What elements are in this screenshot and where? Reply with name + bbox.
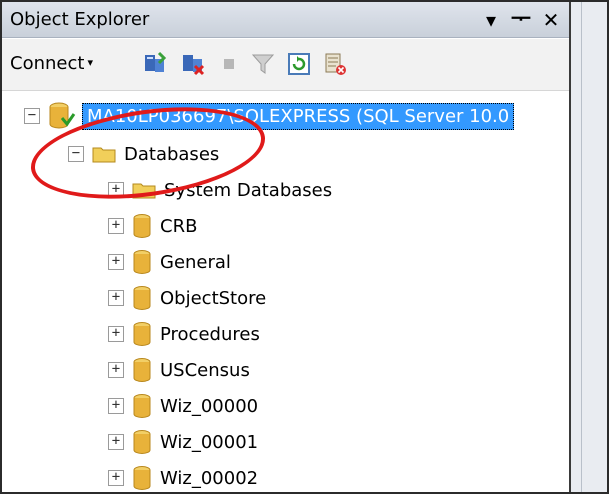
expand-button[interactable]: + xyxy=(108,290,124,306)
server-icon xyxy=(49,102,76,129)
tree-node-database[interactable]: + Wiz_00001 xyxy=(108,426,258,458)
database-icon xyxy=(133,286,151,310)
filter-icon[interactable] xyxy=(250,51,276,77)
folder-icon xyxy=(132,183,156,199)
tree-node-label: Procedures xyxy=(160,323,260,345)
tree-node-server[interactable]: − MA10LP036697\SQLEXPRESS (SQL Server 10… xyxy=(2,100,569,132)
connect-object-explorer-icon[interactable] xyxy=(142,51,168,77)
tree-node-system-databases[interactable]: + System Databases xyxy=(108,174,332,206)
database-icon xyxy=(133,250,151,274)
database-icon xyxy=(133,358,151,382)
window-position-dropdown-icon[interactable]: ▾ xyxy=(478,6,504,34)
database-icon xyxy=(133,430,151,454)
connect-label: Connect xyxy=(10,53,85,74)
expand-button[interactable]: + xyxy=(108,326,124,342)
tree-node-label: USCensus xyxy=(160,359,250,381)
tree-node-database[interactable]: + General xyxy=(108,246,231,278)
expand-button[interactable]: + xyxy=(108,254,124,270)
databases-label: Databases xyxy=(124,143,220,165)
connect-button[interactable]: Connect ▾ xyxy=(10,53,93,74)
tree-node-databases[interactable]: − Databases xyxy=(68,138,219,170)
database-icon xyxy=(133,466,151,490)
expand-button[interactable]: + xyxy=(108,182,124,198)
tree-node-database[interactable]: + Wiz_00000 xyxy=(108,390,258,422)
expand-button[interactable]: + xyxy=(108,434,124,450)
window-title: Object Explorer xyxy=(10,9,150,30)
database-icon xyxy=(133,214,151,238)
expand-button[interactable]: + xyxy=(108,218,124,234)
close-icon[interactable]: ✕ xyxy=(538,6,564,34)
stop-icon[interactable] xyxy=(216,51,242,77)
tree-node-database[interactable]: + ObjectStore xyxy=(108,282,266,314)
database-icon xyxy=(133,394,151,418)
folder-icon xyxy=(92,147,116,163)
toolbar: Connect ▾ xyxy=(2,39,569,91)
vertical-scrollbar[interactable] xyxy=(569,2,607,492)
object-explorer-window: Object Explorer ▾ ᅮ ✕ Connect ▾ − MA10LP… xyxy=(0,0,609,494)
expand-button[interactable]: + xyxy=(108,470,124,486)
tree-node-label: ObjectStore xyxy=(160,287,267,309)
tree-node-label: Wiz_00001 xyxy=(160,431,259,453)
tree-node-database[interactable]: + CRB xyxy=(108,210,197,242)
tree-node-label: System Databases xyxy=(164,179,333,201)
collapse-databases-button[interactable]: − xyxy=(68,146,84,162)
tree-node-label: General xyxy=(160,251,231,273)
tree-node-database[interactable]: + USCensus xyxy=(108,354,250,386)
start-powershell-icon[interactable] xyxy=(322,51,348,77)
refresh-icon[interactable] xyxy=(286,51,312,77)
tree-node-label: Wiz_00002 xyxy=(160,467,259,489)
expand-button[interactable]: + xyxy=(108,398,124,414)
tree-node-database[interactable]: + Wiz_00002 xyxy=(108,462,259,492)
disconnect-icon[interactable] xyxy=(180,51,206,77)
title-bar: Object Explorer ▾ ᅮ ✕ xyxy=(2,2,569,38)
tree-node-database[interactable]: + Procedures xyxy=(108,318,260,350)
tree-node-label: Wiz_00000 xyxy=(160,395,259,417)
auto-hide-pin-icon[interactable]: ᅮ xyxy=(508,6,534,34)
database-icon xyxy=(133,322,151,346)
chevron-down-icon[interactable]: ▾ xyxy=(87,56,93,69)
expand-button[interactable]: + xyxy=(108,362,124,378)
collapse-server-button[interactable]: − xyxy=(24,108,40,124)
server-label: MA10LP036697\SQLEXPRESS (SQL Server 10.0 xyxy=(82,102,515,130)
tree-node-label: CRB xyxy=(160,215,198,237)
object-explorer-tree: − MA10LP036697\SQLEXPRESS (SQL Server 10… xyxy=(2,98,569,492)
